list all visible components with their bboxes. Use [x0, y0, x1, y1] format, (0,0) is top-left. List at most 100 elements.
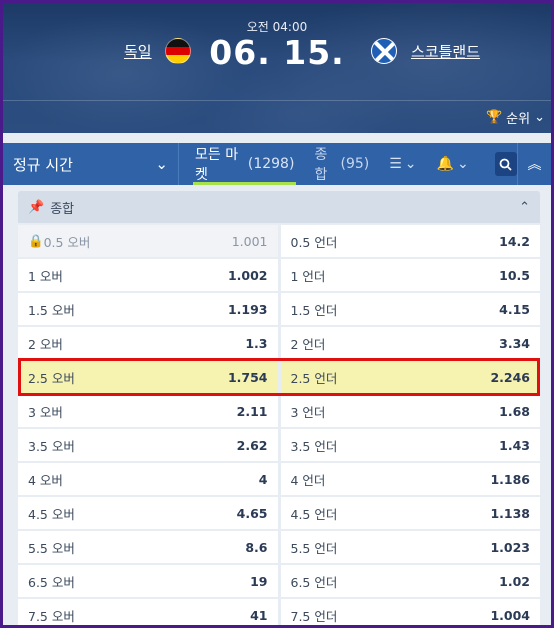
- market-row: 4.5 오버 4.65 4.5 언더 1.138: [18, 497, 540, 529]
- under-odds-button[interactable]: 4.5 언더 1.138: [280, 497, 540, 529]
- over-odds-value: 2.62: [236, 437, 268, 453]
- lock-icon: 🔒: [28, 233, 44, 248]
- under-odds-value: 3.34: [499, 335, 530, 351]
- list-view-button[interactable]: ☰ ⌄: [389, 156, 416, 172]
- under-odds-button[interactable]: 2 언더 3.34: [280, 327, 540, 359]
- under-odds-value: 1.004: [490, 607, 530, 623]
- over-label: 5.5 오버: [28, 540, 75, 556]
- chevron-down-icon: ⌄: [404, 156, 417, 172]
- under-odds-button[interactable]: 3.5 언더 1.43: [280, 429, 540, 461]
- tab-combined-count: (95): [340, 156, 370, 172]
- scotland-flag-icon: [371, 38, 397, 64]
- under-odds-value: 1.43: [499, 437, 530, 453]
- under-odds-value: 1.68: [499, 403, 530, 419]
- under-odds-button[interactable]: 7.5 언더 1.004: [280, 599, 540, 625]
- over-label: 4 오버: [28, 472, 63, 488]
- under-odds-button[interactable]: 2.5 언더 2.246: [280, 361, 540, 393]
- over-odds-value: 19: [250, 573, 268, 589]
- collapse-all-button[interactable]: ︽: [517, 143, 551, 185]
- over-label: 1 오버: [28, 268, 63, 284]
- under-odds-value: 1.02: [499, 573, 530, 589]
- chevron-up-icon[interactable]: ⌃: [519, 200, 530, 215]
- over-odds-value: 1.754: [227, 369, 268, 385]
- under-odds-button[interactable]: 5.5 언더 1.023: [280, 531, 540, 563]
- app-frame: 오전 04:00 06. 15. 독일 스코틀랜드 🏆 순위 ⌄ 정규 시간 ⌄…: [3, 3, 551, 625]
- under-label: 0.5 언더: [290, 234, 338, 250]
- under-odds-value: 10.5: [499, 267, 530, 283]
- over-label: 1.5 오버: [28, 302, 75, 318]
- away-team-link[interactable]: 스코틀랜드: [411, 41, 480, 62]
- trophy-icon: 🏆: [485, 110, 503, 125]
- over-label: 4.5 오버: [28, 506, 75, 522]
- market-row: 2.5 오버 1.754 2.5 언더 2.246: [18, 361, 540, 393]
- over-odds-value: 41: [250, 607, 268, 623]
- double-chevron-up-icon: ︽: [527, 157, 542, 173]
- under-odds-value: 2.246: [490, 369, 530, 385]
- market-header[interactable]: 📌 종합 ⌃: [18, 191, 540, 223]
- over-odds-button[interactable]: 4.5 오버 4.65: [18, 497, 278, 529]
- tab-all-markets-label: 모든 마켓: [195, 147, 239, 183]
- chevron-down-icon: ⌄: [456, 156, 469, 172]
- tab-all-markets[interactable]: 모든 마켓 (1298): [192, 143, 297, 185]
- under-label: 4.5 언더: [290, 506, 338, 522]
- chevron-down-icon: ⌄: [534, 110, 545, 125]
- under-odds-button[interactable]: 1.5 언더 4.15: [280, 293, 540, 325]
- under-label: 7.5 언더: [290, 608, 338, 624]
- list-icon: ☰: [389, 156, 402, 172]
- under-label: 2.5 언더: [290, 370, 338, 386]
- under-odds-button[interactable]: 3 언더 1.68: [280, 395, 540, 427]
- over-odds-value: 4.65: [236, 505, 268, 521]
- ranking-label: 순위: [506, 112, 531, 127]
- period-select[interactable]: 정규 시간 ⌄: [3, 143, 179, 185]
- over-odds-value: 8.6: [245, 539, 268, 555]
- over-odds-button[interactable]: 4 오버 4: [18, 463, 278, 495]
- header-divider: [3, 100, 551, 101]
- over-odds-button[interactable]: 6.5 오버 19: [18, 565, 278, 597]
- under-odds-button[interactable]: 6.5 언더 1.02: [280, 565, 540, 597]
- under-odds-button[interactable]: 4 언더 1.186: [280, 463, 540, 495]
- chevron-down-icon: ⌄: [155, 155, 168, 173]
- under-label: 1 언더: [290, 268, 326, 284]
- under-odds-button[interactable]: 0.5 언더 14.2: [280, 225, 540, 257]
- over-odds-button[interactable]: 3.5 오버 2.62: [18, 429, 278, 461]
- under-odds-button[interactable]: 1 언더 10.5: [280, 259, 540, 291]
- over-odds-button[interactable]: 2 오버 1.3: [18, 327, 278, 359]
- market-row: 7.5 오버 41 7.5 언더 1.004: [18, 599, 540, 625]
- over-odds-button[interactable]: 1 오버 1.002: [18, 259, 278, 291]
- over-odds-button[interactable]: 1.5 오버 1.193: [18, 293, 278, 325]
- search-icon: [499, 158, 512, 171]
- market-row: 1.5 오버 1.193 1.5 언더 4.15: [18, 293, 540, 325]
- notification-button[interactable]: 🔔 ⌄: [437, 156, 469, 172]
- market-rows: 🔒 0.5 오버 1.001 0.5 언더 14.2 1 오버 1.002 1 언더 10.5…: [18, 225, 540, 625]
- over-label: 3 오버: [28, 404, 63, 420]
- ranking-button[interactable]: 🏆 순위 ⌄: [486, 108, 545, 127]
- under-label: 3 언더: [290, 404, 326, 420]
- match-header: 오전 04:00 06. 15. 독일 스코틀랜드 🏆 순위 ⌄: [3, 3, 551, 133]
- over-odds-button[interactable]: 5.5 오버 8.6: [18, 531, 278, 563]
- over-odds-value: 1.3: [245, 335, 268, 351]
- total-goals-market: 📌 종합 ⌃ 🔒 0.5 오버 1.001 0.5 언더 14.2 1 오버 1.002 1…: [18, 191, 540, 625]
- pin-icon[interactable]: 📌: [28, 200, 44, 215]
- tab-all-markets-count: (1298): [247, 156, 295, 172]
- market-row: 6.5 오버 19 6.5 언더 1.02: [18, 565, 540, 597]
- over-odds-button[interactable]: 7.5 오버 41: [18, 599, 278, 625]
- over-odds-button[interactable]: 2.5 오버 1.754: [18, 361, 278, 393]
- over-odds-value: 2.11: [236, 403, 268, 419]
- germany-flag-icon: [165, 38, 191, 64]
- over-odds-button[interactable]: 🔒 0.5 오버 1.001: [18, 225, 278, 257]
- over-label: 3.5 오버: [28, 438, 75, 454]
- over-label: 0.5 오버: [43, 234, 91, 250]
- under-odds-value: 1.138: [490, 505, 530, 521]
- under-odds-value: 14.2: [499, 233, 530, 249]
- home-team-link[interactable]: 독일: [124, 41, 152, 62]
- over-label: 2.5 오버: [28, 370, 75, 386]
- search-button[interactable]: [494, 152, 517, 176]
- market-row: 2 오버 1.3 2 언더 3.34: [18, 327, 540, 359]
- under-odds-value: 1.186: [490, 471, 530, 487]
- over-odds-button[interactable]: 3 오버 2.11: [18, 395, 278, 427]
- under-label: 4 언더: [290, 472, 326, 488]
- under-odds-value: 4.15: [499, 301, 530, 317]
- tab-combined[interactable]: 종합 (95): [314, 143, 369, 185]
- market-tab-bar: 정규 시간 ⌄ 모든 마켓 (1298) 종합 (95) ☰ ⌄ 🔔 ⌄ ︽: [3, 143, 551, 185]
- under-label: 6.5 언더: [290, 574, 338, 590]
